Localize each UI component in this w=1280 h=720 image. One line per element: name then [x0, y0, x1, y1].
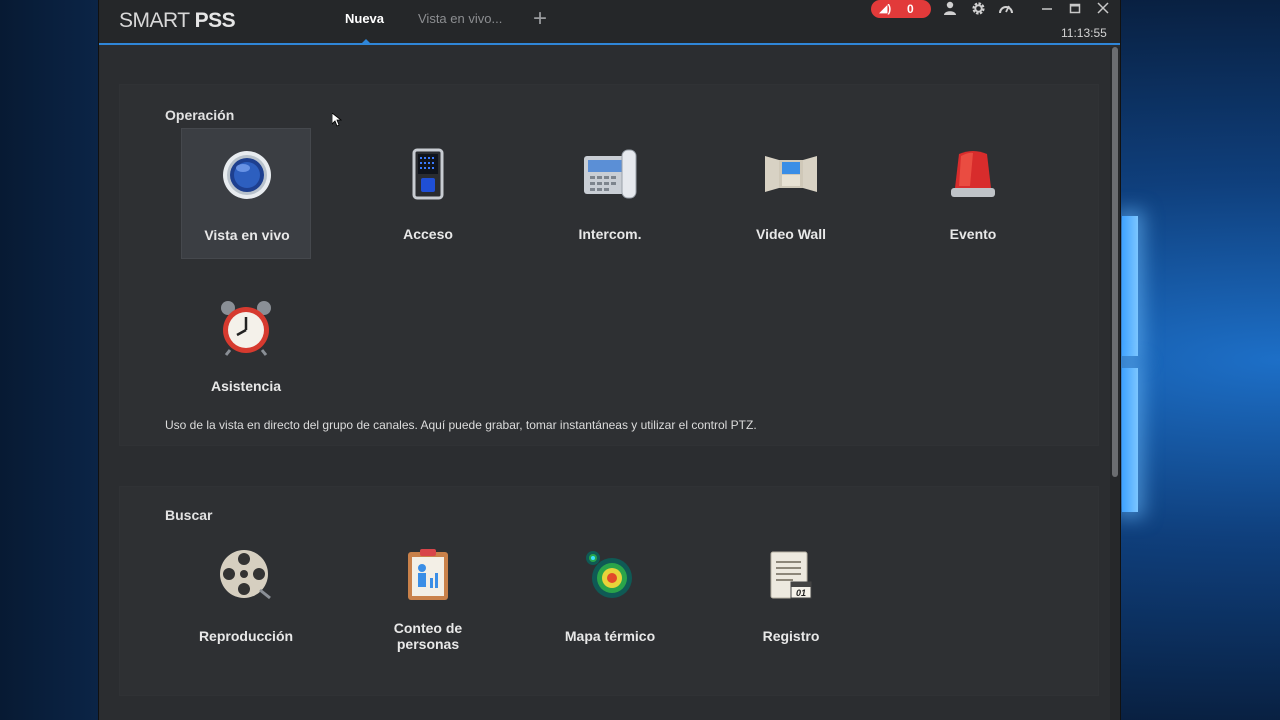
operacion-panel: Operación Vista en vivo Acceso Intercom.… [119, 84, 1099, 446]
speaker-icon: ◢) [879, 3, 892, 15]
access-terminal-icon [412, 148, 444, 200]
buscar-panel: Buscar Reproducción Conteo de personas M… [119, 486, 1099, 696]
module-reproduccion[interactable]: Reproducción [181, 530, 311, 661]
video-wall-icon [765, 156, 817, 192]
module-intercom[interactable]: Intercom. [545, 128, 675, 259]
section-title-operacion: Operación [165, 107, 235, 123]
user-icon[interactable] [941, 1, 959, 19]
tab-nueva[interactable]: Nueva [345, 11, 384, 43]
module-label: Acceso [403, 226, 453, 242]
module-label: Vista en vivo [204, 227, 290, 243]
tab-vista-en-vivo[interactable]: Vista en vivo... [418, 11, 502, 26]
log-calendar-icon: 01 [770, 551, 812, 599]
mouse-cursor-icon [332, 113, 342, 127]
module-vista-en-vivo[interactable]: Vista en vivo [181, 128, 311, 259]
intercom-phone-icon [584, 149, 637, 199]
module-label: Evento [949, 226, 997, 242]
alarm-count: 0 [907, 2, 914, 16]
module-label: Video Wall [755, 226, 826, 242]
module-video-wall[interactable]: Video Wall [726, 128, 856, 259]
module-asistencia[interactable]: Asistencia [181, 280, 311, 411]
live-view-camera-icon [223, 151, 271, 199]
alarm-clock-icon [221, 301, 271, 356]
module-label: Intercom. [578, 226, 642, 242]
minimize-icon[interactable] [1038, 1, 1056, 19]
alarm-siren-icon [951, 151, 995, 197]
module-mapa-termico[interactable]: Mapa térmico [545, 530, 675, 661]
app-logo: SMART PSS [119, 9, 236, 32]
alarm-badge[interactable]: ◢) 0 [871, 0, 931, 18]
clock: 11:13:55 [1061, 26, 1107, 40]
heat-map-icon [586, 551, 632, 598]
module-evento[interactable]: Evento [908, 128, 1038, 259]
module-registro[interactable]: 01 Registro [726, 530, 856, 661]
desktop-left-area [0, 0, 98, 720]
section-title-buscar: Buscar [165, 507, 213, 523]
module-label: Mapa térmico [564, 628, 656, 644]
maximize-icon[interactable] [1066, 1, 1084, 19]
module-label: Conteo de personas [393, 620, 463, 652]
module-label: Reproducción [198, 628, 294, 644]
speedometer-icon[interactable] [997, 1, 1015, 19]
windows-logo-upper [1122, 216, 1138, 356]
svg-text:01: 01 [796, 588, 806, 598]
gear-icon[interactable] [969, 1, 987, 19]
title-bar: SMART PSS Nueva Vista en vivo... + ◢) 0 … [99, 0, 1120, 45]
module-label: Registro [762, 628, 820, 644]
film-reel-icon [220, 550, 271, 600]
module-acceso[interactable]: Acceso [363, 128, 493, 259]
smart-pss-window: SMART PSS Nueva Vista en vivo... + ◢) 0 … [98, 0, 1121, 720]
vertical-scrollbar[interactable] [1110, 47, 1120, 720]
people-count-clipboard-icon [408, 549, 448, 600]
module-description: Uso de la vista en directo del grupo de … [165, 418, 757, 432]
add-tab-icon[interactable]: + [529, 7, 551, 31]
module-label: Asistencia [210, 378, 282, 394]
windows-logo-lower [1122, 368, 1138, 512]
scrollbar-thumb[interactable] [1112, 47, 1118, 477]
close-icon[interactable] [1094, 1, 1112, 19]
module-conteo-de-personas[interactable]: Conteo de personas [363, 530, 493, 661]
